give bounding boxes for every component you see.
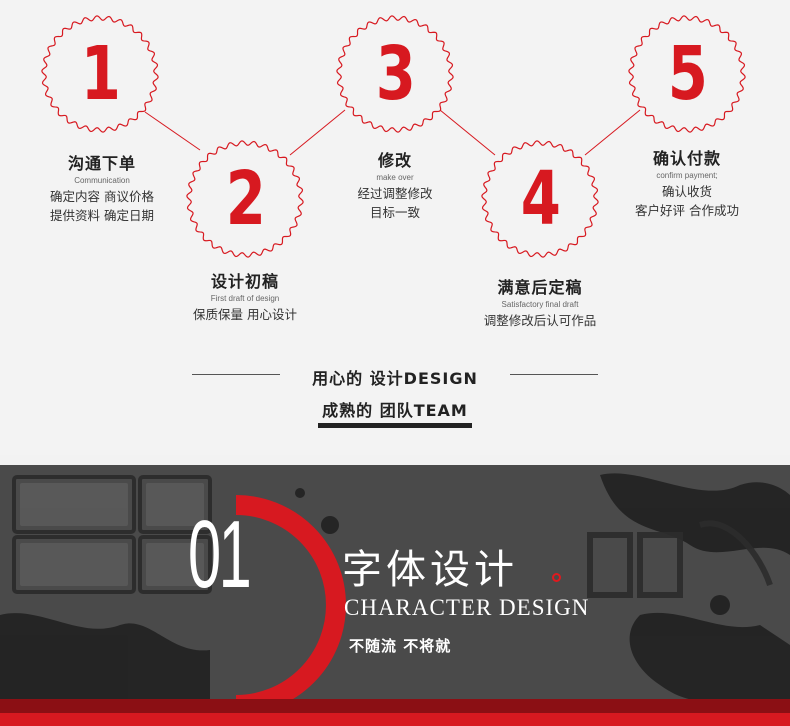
step-5-badge: 5 [625,12,749,136]
step-1-desc-line-2: 提供资料 确定日期 [50,208,154,223]
step-3-text: 修改 make over 经过调整修改 目标一致 [325,147,465,222]
step-4-number: 4 [520,156,561,242]
bottom-stripe-dark [0,699,790,713]
step-1-badge: 1 [38,12,162,136]
character-design-banner: 01 字体设计 CHARACTER DESIGN 不随流 不将就 [0,465,790,726]
step-3-title: 修改 [377,151,412,170]
bottom-stripe-red [0,713,790,726]
banner-title-cn: 字体设计 [342,547,518,593]
red-dot-icon [552,573,561,582]
step-2-number: 2 [225,156,266,242]
step-1-title: 沟通下单 [67,154,136,173]
step-3-desc-line-1: 经过调整修改 [357,186,433,201]
step-1-subtitle: Communication [74,176,130,185]
step-4-title: 满意后定稿 [497,278,583,297]
step-2-text: 设计初稿 First draft of design 保质保量 用心设计 [170,268,320,324]
process-section: 1 沟通下单 Communication 确定内容 商议价格 提供资料 确定日期… [0,0,790,455]
step-2-badge: 2 [183,137,307,261]
step-2-subtitle: First draft of design [210,294,280,303]
step-2-desc-line-1: 保质保量 用心设计 [193,307,297,322]
step-1-desc-line-1: 确定内容 商议价格 [50,189,154,204]
step-3-desc-line-2: 目标一致 [369,205,420,220]
step-4-subtitle: Satisfactory final draft [501,300,579,309]
slogan-line-1: 用心的 设计DESIGN [312,369,478,388]
step-5-desc-line-1: 确认收货 [661,184,712,199]
section-number: 01 [188,501,252,608]
step-5-desc-line-2: 客户好评 合作成功 [635,203,739,218]
step-2-title: 设计初稿 [210,272,279,291]
slogan-line-2: 成熟的 团队TEAM [322,401,468,420]
step-5-number: 5 [667,31,708,117]
step-4-text: 满意后定稿 Satisfactory final draft 调整修改后认可作品 [460,274,620,330]
step-4-badge: 4 [478,137,602,261]
banner-tagline: 不随流 不将就 [349,637,452,655]
step-1-number: 1 [80,31,121,117]
step-3-number: 3 [375,31,416,117]
step-1-text: 沟通下单 Communication 确定内容 商议价格 提供资料 确定日期 [32,150,172,225]
banner-title-en: CHARACTER DESIGN [344,595,590,620]
step-5-title: 确认付款 [652,149,721,168]
step-5-text: 确认付款 confirm payment; 确认收货 客户好评 合作成功 [612,145,762,220]
step-3-subtitle: make over [376,173,414,182]
step-3-badge: 3 [333,12,457,136]
slogan-underline [318,423,472,428]
step-5-subtitle: confirm payment; [656,171,718,180]
step-4-desc-line-1: 调整修改后认可作品 [483,313,597,328]
